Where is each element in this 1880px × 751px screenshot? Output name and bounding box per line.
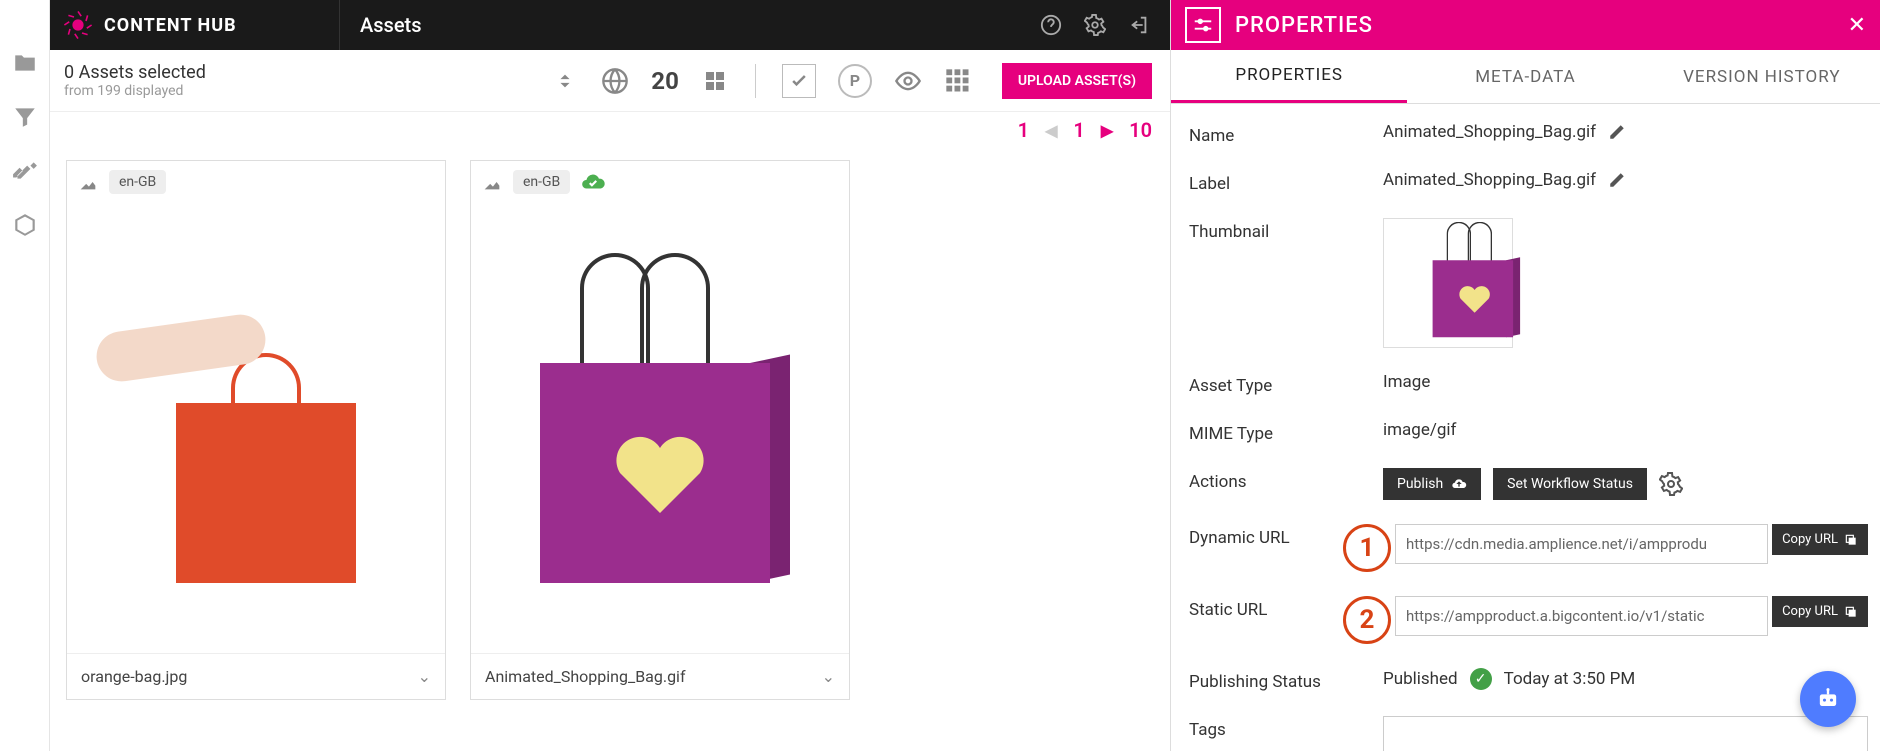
asset-card[interactable]: en-GB Animated_Shopping_Bag.gif ⌄ — [470, 160, 850, 700]
chevron-down-icon[interactable]: ⌄ — [418, 667, 431, 686]
toolbar-divider — [755, 64, 756, 98]
set-workflow-button[interactable]: Set Workflow Status — [1493, 468, 1647, 500]
settings-icon[interactable] — [1084, 14, 1106, 36]
sort-icon[interactable] — [551, 67, 579, 95]
asset-thumbnail — [67, 203, 445, 653]
static-url-label: Static URL — [1189, 596, 1339, 620]
logo[interactable]: CONTENT HUB — [50, 0, 340, 50]
published-time: Today at 3:50 PM — [1504, 669, 1636, 689]
bulk-action-icon[interactable] — [944, 67, 972, 95]
tab-version-history[interactable]: VERSION HISTORY — [1644, 50, 1880, 103]
gear-icon[interactable] — [1659, 472, 1683, 496]
logout-icon[interactable] — [1128, 14, 1150, 36]
folder-icon[interactable] — [12, 50, 38, 76]
toolbar: 0 Assets selected from 199 displayed 20 … — [50, 50, 1170, 112]
chat-fab[interactable] — [1800, 671, 1856, 727]
actions-label: Actions — [1189, 468, 1379, 492]
cloud-upload-icon — [1451, 476, 1467, 492]
publish-button[interactable]: Publish — [1383, 468, 1481, 500]
pager-prev-icon: ◀ — [1045, 121, 1057, 140]
publishing-status-label: Publishing Status — [1189, 668, 1379, 692]
publish-toggle-icon[interactable]: P — [838, 64, 872, 98]
package-icon[interactable] — [12, 212, 38, 238]
label-label: Label — [1189, 170, 1379, 194]
close-icon[interactable]: ✕ — [1848, 13, 1866, 38]
select-all-icon[interactable] — [782, 64, 816, 98]
tab-properties[interactable]: PROPERTIES — [1171, 50, 1407, 103]
static-url-input[interactable] — [1395, 596, 1768, 636]
selection-from: from 199 displayed — [64, 83, 551, 99]
pager-next-icon[interactable]: ▶ — [1101, 121, 1113, 140]
filter-icon[interactable] — [12, 104, 38, 130]
chevron-down-icon[interactable]: ⌄ — [822, 667, 835, 686]
main-column: CONTENT HUB Assets 0 Assets selected fro… — [50, 0, 1170, 751]
panel-header: PROPERTIES ✕ — [1171, 0, 1880, 50]
annotation-2: 2 — [1343, 596, 1391, 644]
mime-type-value: image/gif — [1383, 420, 1456, 440]
tools-icon[interactable] — [12, 158, 38, 184]
copy-static-url-button[interactable]: Copy URL — [1772, 596, 1868, 627]
asset-card[interactable]: en-GB orange-bag.jpg ⌄ — [66, 160, 446, 700]
asset-grid: en-GB orange-bag.jpg ⌄ en-GB Animated_Sh… — [50, 148, 1170, 751]
selection-count: 0 Assets selected — [64, 62, 551, 83]
dynamic-url-label: Dynamic URL — [1189, 524, 1339, 548]
cloud-published-icon — [580, 169, 606, 195]
asset-type-value: Image — [1383, 372, 1430, 392]
topbar: CONTENT HUB Assets — [50, 0, 1170, 50]
copy-icon — [1844, 605, 1858, 619]
tags-label: Tags — [1189, 716, 1379, 740]
dynamic-url-input[interactable] — [1395, 524, 1768, 564]
properties-header-icon — [1185, 7, 1221, 43]
properties-body: Name Animated_Shopping_Bag.gif Label Ani… — [1171, 104, 1880, 751]
publishing-status-value: Published — [1383, 669, 1458, 689]
status-check-icon: ✓ — [1470, 668, 1492, 690]
name-value: Animated_Shopping_Bag.gif — [1383, 122, 1596, 142]
image-type-icon — [481, 171, 503, 193]
globe-icon[interactable] — [601, 67, 629, 95]
section-title: Assets — [340, 13, 1040, 37]
name-label: Name — [1189, 122, 1379, 146]
panel-title: PROPERTIES — [1235, 13, 1834, 38]
pager-first[interactable]: 1 — [1018, 118, 1029, 142]
logo-mark-icon — [62, 9, 94, 41]
locale-chip: en-GB — [513, 170, 570, 194]
properties-panel: PROPERTIES ✕ PROPERTIES META-DATA VERSIO… — [1170, 0, 1880, 751]
locale-chip: en-GB — [109, 170, 166, 194]
asset-filename: orange-bag.jpg — [81, 667, 187, 686]
grid-view-icon[interactable] — [701, 67, 729, 95]
asset-type-label: Asset Type — [1189, 372, 1379, 396]
tags-input[interactable] — [1383, 716, 1868, 751]
visibility-icon[interactable] — [894, 67, 922, 95]
pager-current[interactable]: 1 — [1073, 118, 1084, 142]
thumbnail-label: Thumbnail — [1189, 218, 1379, 242]
copy-dynamic-url-button[interactable]: Copy URL — [1772, 524, 1868, 555]
edit-icon[interactable] — [1608, 171, 1626, 189]
selection-info: 0 Assets selected from 199 displayed — [64, 62, 551, 99]
annotation-1: 1 — [1343, 524, 1391, 572]
asset-thumbnail — [471, 203, 849, 653]
edit-icon[interactable] — [1608, 123, 1626, 141]
label-value: Animated_Shopping_Bag.gif — [1383, 170, 1596, 190]
panel-tabs: PROPERTIES META-DATA VERSION HISTORY — [1171, 50, 1880, 104]
left-rail — [0, 0, 50, 751]
logo-text: CONTENT HUB — [104, 15, 237, 36]
image-type-icon — [77, 171, 99, 193]
upload-button[interactable]: UPLOAD ASSET(S) — [1002, 63, 1152, 99]
pager: 1 ◀ 1 ▶ 10 — [50, 112, 1170, 148]
help-icon[interactable] — [1040, 14, 1062, 36]
mime-type-label: MIME Type — [1189, 420, 1379, 444]
page-size[interactable]: 20 — [651, 67, 679, 95]
asset-filename: Animated_Shopping_Bag.gif — [485, 667, 686, 686]
pager-last[interactable]: 10 — [1129, 118, 1152, 142]
thumbnail-preview — [1383, 218, 1513, 348]
tab-metadata[interactable]: META-DATA — [1407, 50, 1643, 103]
copy-icon — [1844, 533, 1858, 547]
bot-icon — [1814, 685, 1842, 713]
